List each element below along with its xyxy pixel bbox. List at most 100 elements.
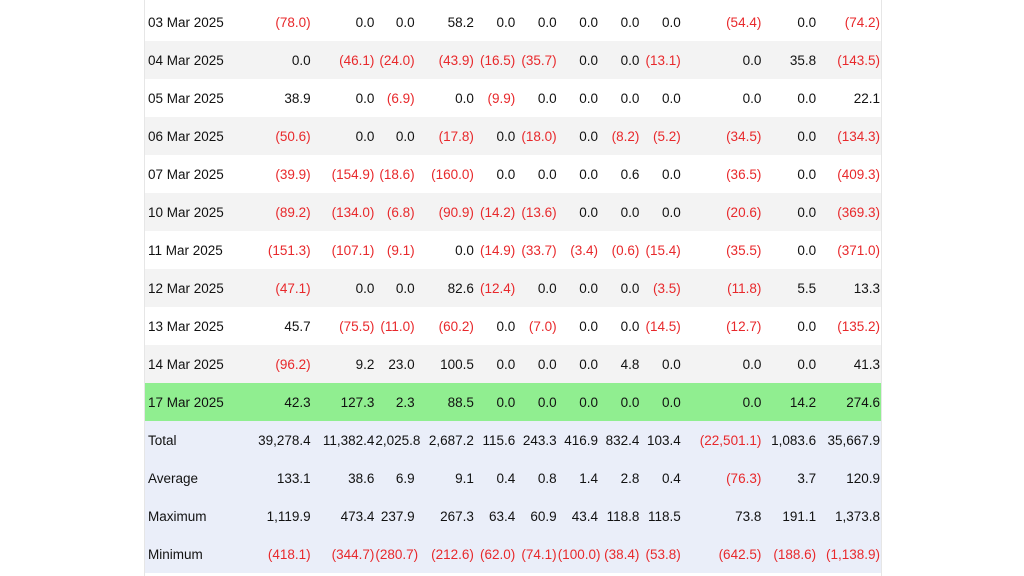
row-date: 13 Mar 2025 [145,307,248,345]
value-cell: (34.5) [681,117,763,155]
value-cell: (12.7) [681,307,763,345]
row-date: 06 Mar 2025 [145,117,248,155]
value-cell: (62.0) [474,535,517,573]
value-cell: (46.1) [311,41,376,79]
value-cell: (11.0) [375,307,416,345]
value-cell: 0.0 [681,345,763,383]
value-cell: 0.0 [640,155,682,193]
value-cell: 42.3 [247,383,312,421]
value-cell: 0.0 [599,193,641,231]
row-date: 03 Mar 2025 [145,3,248,41]
value-cell: (36.5) [681,155,763,193]
value-cell: 0.0 [474,155,517,193]
value-cell: (74.1) [516,535,558,573]
value-cell: 0.0 [516,345,558,383]
row-date: 14 Mar 2025 [145,345,248,383]
value-cell: 60.9 [516,497,558,535]
value-cell: (17.8) [415,117,475,155]
value-cell: (371.0) [817,231,881,269]
value-cell: 0.0 [599,307,641,345]
summary-label: Average [145,459,248,497]
value-cell: 0.0 [762,231,818,269]
value-cell: 39,278.4 [247,421,312,459]
value-cell: (212.6) [415,535,475,573]
value-cell: 0.6 [599,155,641,193]
value-cell: 4.8 [599,345,641,383]
value-cell: 0.0 [762,3,818,41]
table-row: 05 Mar 2025 38.9 0.0 (6.9) 0.0 (9.9) 0.0 0.0 0.0… [145,79,881,117]
flows-table-panel: 03 Mar 2025 (78.0) 0.0 0.0 58.2 0.0 0.0 0.0 0.0 0… [144,0,882,576]
value-cell: (9.9) [474,79,517,117]
value-cell: (54.4) [681,3,763,41]
value-cell: (9.1) [375,231,416,269]
value-cell: 2,025.8 [375,421,420,459]
value-cell: 0.0 [681,79,763,117]
summary-label: Total [145,421,248,459]
value-cell: (74.2) [817,3,881,41]
value-cell: 5.5 [762,269,818,307]
value-cell: 0.0 [640,3,682,41]
value-cell: 0.0 [557,193,600,231]
value-cell: 0.0 [474,307,517,345]
daily-flows-table: 03 Mar 2025 (78.0) 0.0 0.0 58.2 0.0 0.0 0.0 0.0 0… [145,3,881,573]
value-cell: 0.0 [516,3,558,41]
summary-label: Maximum [145,497,248,535]
value-cell: 43.4 [557,497,600,535]
value-cell: 0.0 [557,3,600,41]
value-cell: (1,138.9) [817,535,881,573]
value-cell: 0.0 [474,117,517,155]
value-cell: (188.6) [762,535,818,573]
value-cell: 118.5 [640,497,682,535]
value-cell: 237.9 [375,497,416,535]
value-cell: 0.0 [474,345,517,383]
value-cell: 103.4 [640,421,682,459]
value-cell: 0.4 [640,459,682,497]
value-cell: (6.8) [375,193,416,231]
value-cell: 133.1 [247,459,312,497]
value-cell: (96.2) [247,345,312,383]
value-cell: (418.1) [247,535,312,573]
value-cell: (134.3) [817,117,881,155]
value-cell: (16.5) [474,41,517,79]
value-cell: 115.6 [474,421,517,459]
value-cell: 0.8 [516,459,558,497]
value-cell: (47.1) [247,269,312,307]
table-row: 12 Mar 2025 (47.1) 0.0 0.0 82.6 (12.4) 0.0 0.0 0… [145,269,881,307]
value-cell: 0.0 [640,79,682,117]
value-cell: 0.0 [762,307,818,345]
value-cell: (11.8) [681,269,763,307]
value-cell: 0.0 [557,269,600,307]
value-cell: 243.3 [516,421,558,459]
value-cell: 73.8 [681,497,763,535]
value-cell: (135.2) [817,307,881,345]
value-cell: (160.0) [415,155,475,193]
value-cell: 35,667.9 [817,421,881,459]
value-cell: (409.3) [817,155,881,193]
value-cell: 0.0 [557,79,600,117]
value-cell: (22,501.1) [681,421,763,459]
value-cell: (24.0) [375,41,416,79]
value-cell: 0.4 [474,459,517,497]
value-cell: 1,119.9 [247,497,312,535]
value-cell: 38.9 [247,79,312,117]
value-cell: 63.4 [474,497,517,535]
value-cell: (134.0) [311,193,376,231]
value-cell: (33.7) [516,231,558,269]
highlighted-table-row: 17 Mar 2025 42.3 127.3 2.3 88.5 0.0 0.0 0.0 0.0 0… [145,383,881,421]
value-cell: 0.0 [640,383,682,421]
table-body: 03 Mar 2025 (78.0) 0.0 0.0 58.2 0.0 0.0 0.0 0.0 0… [145,3,881,573]
value-cell: 473.4 [311,497,376,535]
value-cell: 0.0 [474,383,517,421]
value-cell: 35.8 [762,41,818,79]
value-cell: (50.6) [247,117,312,155]
value-cell: 0.0 [557,307,600,345]
value-cell: 2.3 [375,383,416,421]
value-cell: 416.9 [557,421,600,459]
value-cell: 58.2 [415,3,475,41]
value-cell: 0.0 [311,269,376,307]
value-cell: (35.5) [681,231,763,269]
value-cell: (18.6) [375,155,416,193]
value-cell: (90.9) [415,193,475,231]
value-cell: 9.1 [415,459,475,497]
value-cell: (3.4) [557,231,600,269]
